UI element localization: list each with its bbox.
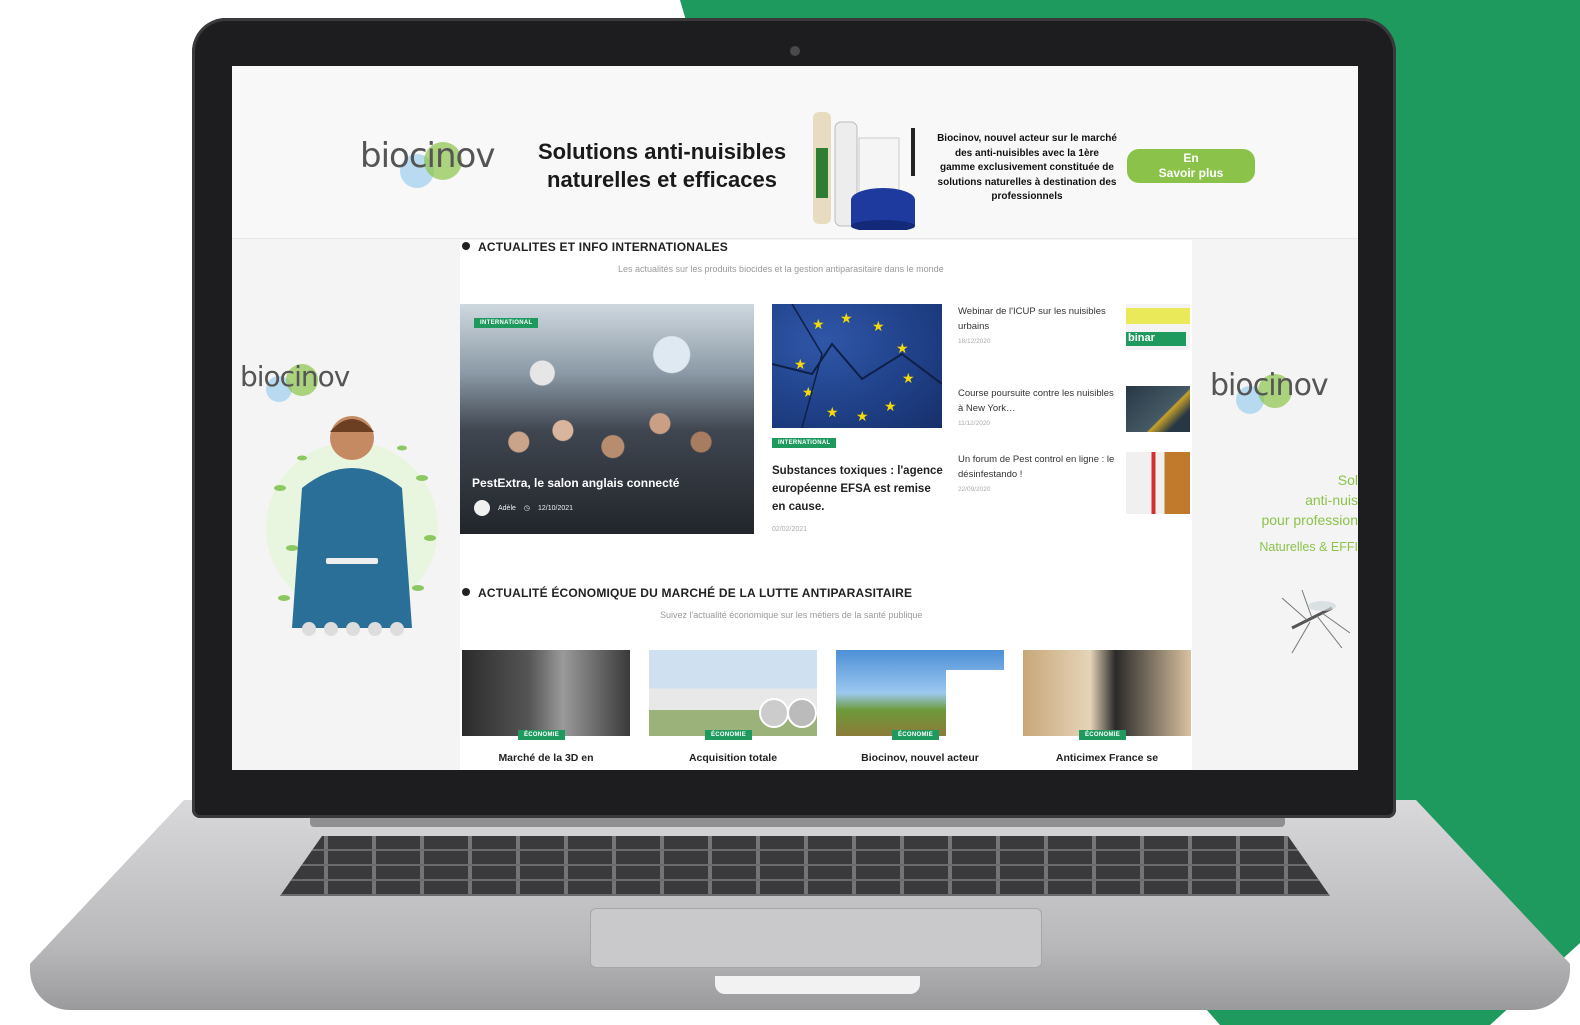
left-side-ad[interactable]: biocinov	[232, 238, 460, 770]
side-article-item[interactable]: Webinar de l'ICUP sur les nuisibles urba…	[958, 304, 1192, 366]
economy-article-card[interactable]: ÉCONOMIE Anticimex France se	[1023, 650, 1191, 770]
laptop-notch	[715, 976, 920, 994]
cta-line1: En	[1183, 151, 1199, 165]
banner-title-line1: Solutions anti-nuisibles	[537, 139, 787, 164]
middle-article-date: 02/02/2021	[772, 526, 808, 533]
banner-description: Biocinov, nouvel acteur sur le marché de…	[937, 133, 1117, 202]
economy-article-image	[462, 650, 630, 736]
economy-article-image	[1023, 650, 1191, 736]
laptop-trackpad	[590, 908, 1042, 968]
right-side-ad[interactable]: biocinov Sol anti-nuis pour profession N…	[1192, 238, 1358, 770]
economy-article-card[interactable]: ÉCONOMIE Marché de la 3D en	[462, 650, 630, 770]
ad-banner[interactable]: biocinov Solutions anti-nuisibles nature…	[232, 66, 1358, 239]
economy-article-card[interactable]: ÉCONOMIE Biocinov, nouvel acteur	[836, 650, 1004, 770]
economy-article-tag: ÉCONOMIE	[1079, 730, 1127, 740]
product-image	[807, 108, 927, 232]
economy-article-title[interactable]: Marché de la 3D en	[462, 752, 630, 764]
right-ad-line4: Naturelles & EFFI	[1259, 540, 1358, 554]
brand-logo-left-text: biocinov	[240, 360, 350, 393]
learn-more-button[interactable]: En Savoir plus	[1127, 149, 1255, 183]
featured-article-card[interactable]: INTERNATIONAL PestExtra, le salon anglai…	[460, 304, 754, 534]
economy-article-tag: ÉCONOMIE	[518, 730, 566, 740]
carousel-dots[interactable]	[302, 622, 404, 636]
side-article-item[interactable]: Un forum de Pest control en ligne : le d…	[958, 452, 1192, 514]
economy-article-title[interactable]: Biocinov, nouvel acteur	[836, 752, 1004, 764]
side-article-item[interactable]: Course poursuite contre les nuisibles à …	[958, 386, 1192, 448]
right-ad-line3: pour profession	[1261, 512, 1358, 528]
featured-article-meta: Adèle ◷ 12/10/2021	[474, 500, 573, 516]
side-article-title[interactable]: Webinar de l'ICUP sur les nuisibles urba…	[958, 304, 1118, 334]
side-article-title[interactable]: Un forum de Pest control en ligne : le d…	[958, 452, 1118, 482]
featured-article-author: Adèle	[498, 504, 516, 512]
middle-article-tag: INTERNATIONAL	[772, 438, 837, 448]
featured-article-date: 12/10/2021	[538, 504, 574, 512]
middle-article-title[interactable]: Substances toxiques : l'agence européenn…	[772, 462, 947, 516]
side-article-thumbnail[interactable]: binar	[1126, 304, 1190, 350]
side-article-date: 18/12/2020	[958, 338, 991, 345]
mosquito-icon	[1281, 589, 1351, 654]
right-ad-line2: anti-nuis	[1305, 492, 1358, 508]
cta-line2: Savoir plus	[1158, 166, 1224, 180]
brand-logo-right: biocinov	[1210, 368, 1329, 414]
side-article-date: 22/09/2020	[958, 486, 991, 493]
right-ad-line1: Sol	[1337, 472, 1358, 488]
side-article-thumbnail[interactable]	[1126, 386, 1190, 432]
section-heading-international: ACTUALITES ET INFO INTERNATIONALES	[462, 240, 728, 254]
economy-article-title[interactable]: Acquisition totale	[649, 752, 817, 764]
section-subtitle-international: Les actualités sur les produits biocides…	[618, 264, 944, 274]
main-content: ACTUALITES ET INFO INTERNATIONALES Les a…	[460, 240, 1192, 770]
brand-logo-left: biocinov	[240, 360, 350, 402]
economy-article-image	[836, 650, 1004, 736]
webcam-icon	[790, 46, 800, 56]
economy-article-card[interactable]: ÉCONOMIE Acquisition totale	[649, 650, 817, 770]
economy-article-tag: ÉCONOMIE	[705, 730, 753, 740]
author-avatar	[474, 500, 490, 516]
brand-logo-right-text: biocinov	[1210, 368, 1329, 403]
keyboard-rows	[280, 836, 1330, 896]
side-article-date: 11/12/2020	[958, 420, 991, 427]
clock-icon: ◷	[523, 505, 531, 512]
brand-logo-text: biocinov	[360, 136, 495, 176]
featured-article-title[interactable]: PestExtra, le salon anglais connecté	[472, 476, 679, 490]
side-article-thumbnail[interactable]	[1126, 452, 1190, 514]
man-with-tablet-image	[266, 416, 438, 628]
side-article-title[interactable]: Course poursuite contre les nuisibles à …	[958, 386, 1118, 416]
featured-article-tag: INTERNATIONAL	[474, 318, 539, 328]
banner-title: Solutions anti-nuisibles naturelles et e…	[522, 138, 802, 194]
economy-article-title[interactable]: Anticimex France se	[1023, 752, 1191, 764]
economy-article-tag: ÉCONOMIE	[892, 730, 940, 740]
side-thumb-text: binar	[1126, 332, 1186, 346]
section-subtitle-economy: Suivez l'actualité économique sur les mé…	[660, 610, 923, 620]
economy-article-image	[649, 650, 817, 736]
section-heading-economy: ACTUALITÉ ÉCONOMIQUE DU MARCHÉ DE LA LUT…	[462, 586, 912, 600]
eu-flag-image[interactable]: ★ ★ ★ ★ ★ ★ ★ ★ ★ ★	[772, 304, 942, 428]
banner-title-line2: naturelles et efficaces	[547, 167, 777, 192]
browser-screen: biocinov Solutions anti-nuisibles nature…	[232, 66, 1358, 770]
brand-logo[interactable]: biocinov	[360, 136, 495, 188]
